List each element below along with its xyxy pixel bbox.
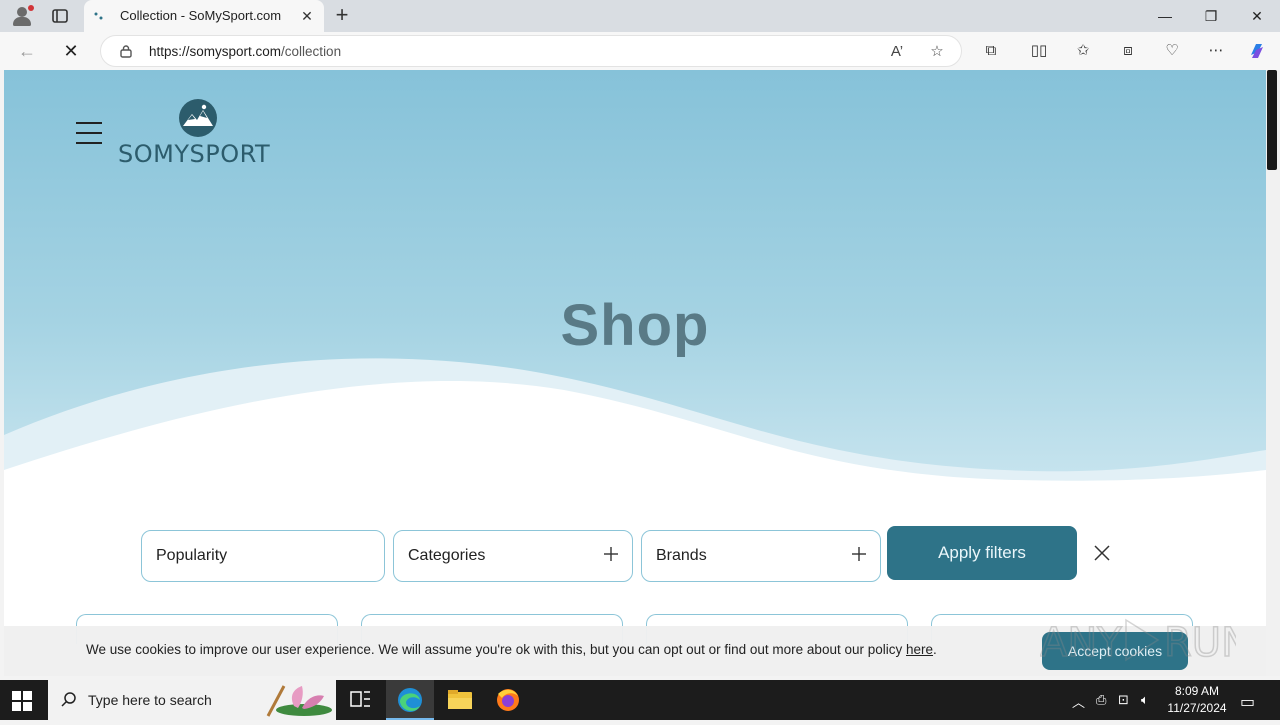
more-options-icon[interactable]: ⋯ [1206, 41, 1226, 61]
url-text: https://somysport.com/collection [149, 44, 342, 59]
network-icon[interactable]: ⊡ [1118, 692, 1129, 708]
lock-icon [120, 45, 132, 58]
taskbar-search-placeholder: Type here to search [88, 692, 212, 708]
page-scrollbar[interactable] [1266, 70, 1280, 676]
active-tab[interactable]: Collection - SoMySport.com ✕ [84, 0, 324, 32]
cookie-policy-link[interactable]: here [906, 642, 933, 657]
plus-icon [604, 547, 618, 561]
browser-tab-strip: Collection - SoMySport.com ✕ + — ❐ ✕ [0, 0, 1280, 32]
clock-time: 8:09 AM [1174, 684, 1220, 698]
split-screen-icon[interactable]: ▯▯ [1029, 41, 1049, 61]
restore-button[interactable]: ❐ [1188, 0, 1234, 32]
cookie-message: We use cookies to improve our user exper… [86, 642, 937, 657]
categories-dropdown[interactable]: Categories [393, 530, 633, 582]
file-explorer-icon[interactable] [436, 680, 484, 720]
windows-start-icon[interactable] [12, 691, 32, 711]
sort-select-label: Popularity [156, 547, 228, 564]
copilot-icon[interactable] [1247, 41, 1267, 61]
anyrun-watermark: ANY RUN [1040, 618, 1236, 667]
notifications-icon[interactable]: ▭ [1240, 692, 1255, 712]
clock-date: 11/27/2024 [1167, 701, 1227, 715]
tab-title: Collection - SoMySport.com [120, 8, 282, 23]
tab-actions-icon[interactable] [50, 6, 70, 26]
menu-hamburger-icon[interactable] [76, 122, 104, 146]
hero-waves [4, 358, 1266, 490]
apply-filters-button[interactable]: Apply filters [887, 526, 1077, 580]
categories-label: Categories [408, 547, 486, 564]
site-logo[interactable]: SOMYSPORT [116, 96, 282, 168]
svg-text:RUN: RUN [1164, 620, 1236, 666]
address-bar[interactable]: https://somysport.com/collection A’ ☆ [100, 35, 962, 67]
browser-essentials-icon[interactable]: ♡ [1162, 41, 1182, 61]
brands-dropdown[interactable]: Brands [641, 530, 881, 582]
logo-wordmark: SOMYSPORT [118, 140, 271, 168]
taskbar-clock[interactable]: 8:09 AM 11/27/2024 [1162, 683, 1232, 717]
back-button[interactable]: ← [14, 39, 40, 63]
stop-loading-button[interactable]: ✕ [58, 39, 84, 63]
page-viewport: SOMYSPORT Shop Popularity Categories Bra… [4, 70, 1266, 676]
extensions-icon[interactable]: ⧉ [981, 41, 1001, 61]
meet-now-icon[interactable]: ⎙ [1096, 692, 1106, 708]
firefox-icon[interactable] [484, 680, 532, 720]
tray-chevron-icon[interactable]: ︿ [1072, 692, 1085, 711]
brands-label: Brands [656, 547, 707, 564]
collections-icon[interactable]: ⧈ [1118, 41, 1138, 61]
close-window-button[interactable]: ✕ [1234, 0, 1280, 32]
plus-icon [852, 547, 866, 561]
svg-text:ANY: ANY [1040, 620, 1122, 666]
lotus-decoration-icon [266, 685, 332, 717]
volume-icon[interactable]: 🔈︎ [1141, 692, 1149, 708]
clear-filters-icon[interactable] [1092, 543, 1112, 563]
minimize-button[interactable]: — [1142, 0, 1188, 32]
page-title: Shop [560, 293, 710, 358]
search-icon [61, 692, 76, 707]
favorite-star-icon[interactable]: ☆ [927, 42, 947, 62]
profile-icon[interactable] [8, 4, 36, 28]
favorites-icon[interactable]: ✩ [1073, 41, 1093, 61]
browser-toolbar: ← ✕ https://somysport.com/collection A’ … [0, 32, 1280, 70]
sort-select[interactable]: Popularity [141, 530, 385, 582]
tab-close-icon[interactable]: ✕ [298, 7, 316, 25]
loading-favicon-icon [94, 12, 103, 20]
edge-taskbar-icon[interactable] [386, 680, 434, 720]
new-tab-button[interactable]: + [330, 4, 354, 28]
windows-taskbar: Type here to search ︿ ⎙ ⊡ 🔈︎ 8:09 AM 11/… [0, 680, 1280, 720]
task-view-icon[interactable] [336, 680, 384, 720]
read-aloud-icon[interactable]: A’ [887, 42, 907, 62]
logo-mountain-icon [179, 99, 217, 137]
